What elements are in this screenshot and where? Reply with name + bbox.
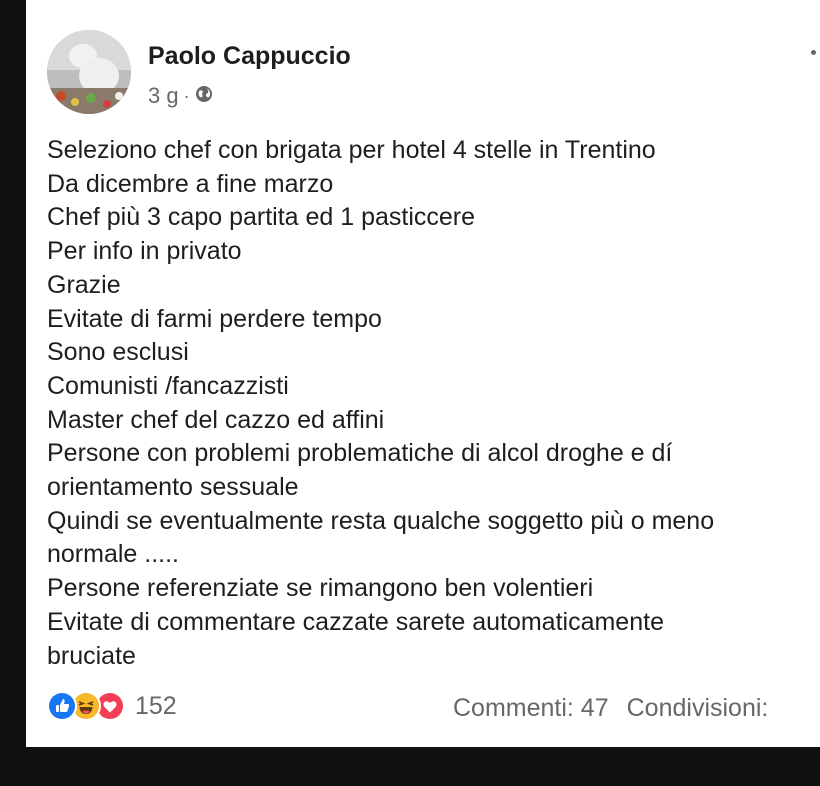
reactions-count: 152 — [135, 691, 177, 720]
comments-count-link[interactable]: Commenti: 47 — [453, 694, 609, 722]
post-line: Master chef del cazzo ed affini — [47, 405, 385, 434]
post-line: Comunisti /fancazzisti — [47, 371, 289, 400]
post-line: Persone referenziate se rimangono ben vo… — [47, 574, 594, 603]
post-footer: 152 Commenti: 47 Condivisioni: — [47, 689, 820, 729]
author-avatar[interactable] — [47, 30, 131, 114]
author-name[interactable]: Paolo Cappuccio — [148, 42, 351, 71]
post-line: orientamento sessuale — [47, 473, 299, 502]
post-line: Persone con problemi problematiche di al… — [47, 439, 673, 468]
post-line: Quindi se eventualmente resta qualche so… — [47, 506, 715, 535]
post-line: Evitate di commentare cazzate sarete aut… — [47, 607, 664, 636]
post-meta: 3 g · — [148, 83, 213, 109]
post-card: Paolo Cappuccio 3 g · Seleziono chef con… — [26, 0, 820, 747]
shares-count-link[interactable]: Condivisioni: — [627, 694, 769, 722]
post-line: Per info in privato — [47, 237, 242, 266]
post-line: Grazie — [47, 270, 121, 299]
like-icon — [47, 691, 77, 721]
reactions-summary[interactable]: 152 — [47, 691, 177, 721]
post-line: Seleziono chef con brigata per hotel 4 s… — [47, 136, 656, 164]
post-line: Da dicembre a fine marzo — [47, 169, 334, 198]
post-line: normale ..... — [47, 540, 179, 569]
post-line: bruciate — [47, 641, 136, 670]
post-text: Seleziono chef con brigata per hotel 4 s… — [47, 134, 820, 673]
post-line: Evitate di farmi perdere tempo — [47, 304, 382, 333]
post-stats: Commenti: 47 Condivisioni: — [453, 694, 786, 723]
post-line: Sono esclusi — [47, 338, 189, 367]
post-time[interactable]: 3 g — [148, 83, 179, 109]
post-line: Chef più 3 capo partita ed 1 pasticcere — [47, 203, 476, 232]
meta-separator: · — [183, 85, 190, 106]
globe-icon — [195, 83, 213, 109]
more-options-icon[interactable] — [811, 50, 816, 55]
